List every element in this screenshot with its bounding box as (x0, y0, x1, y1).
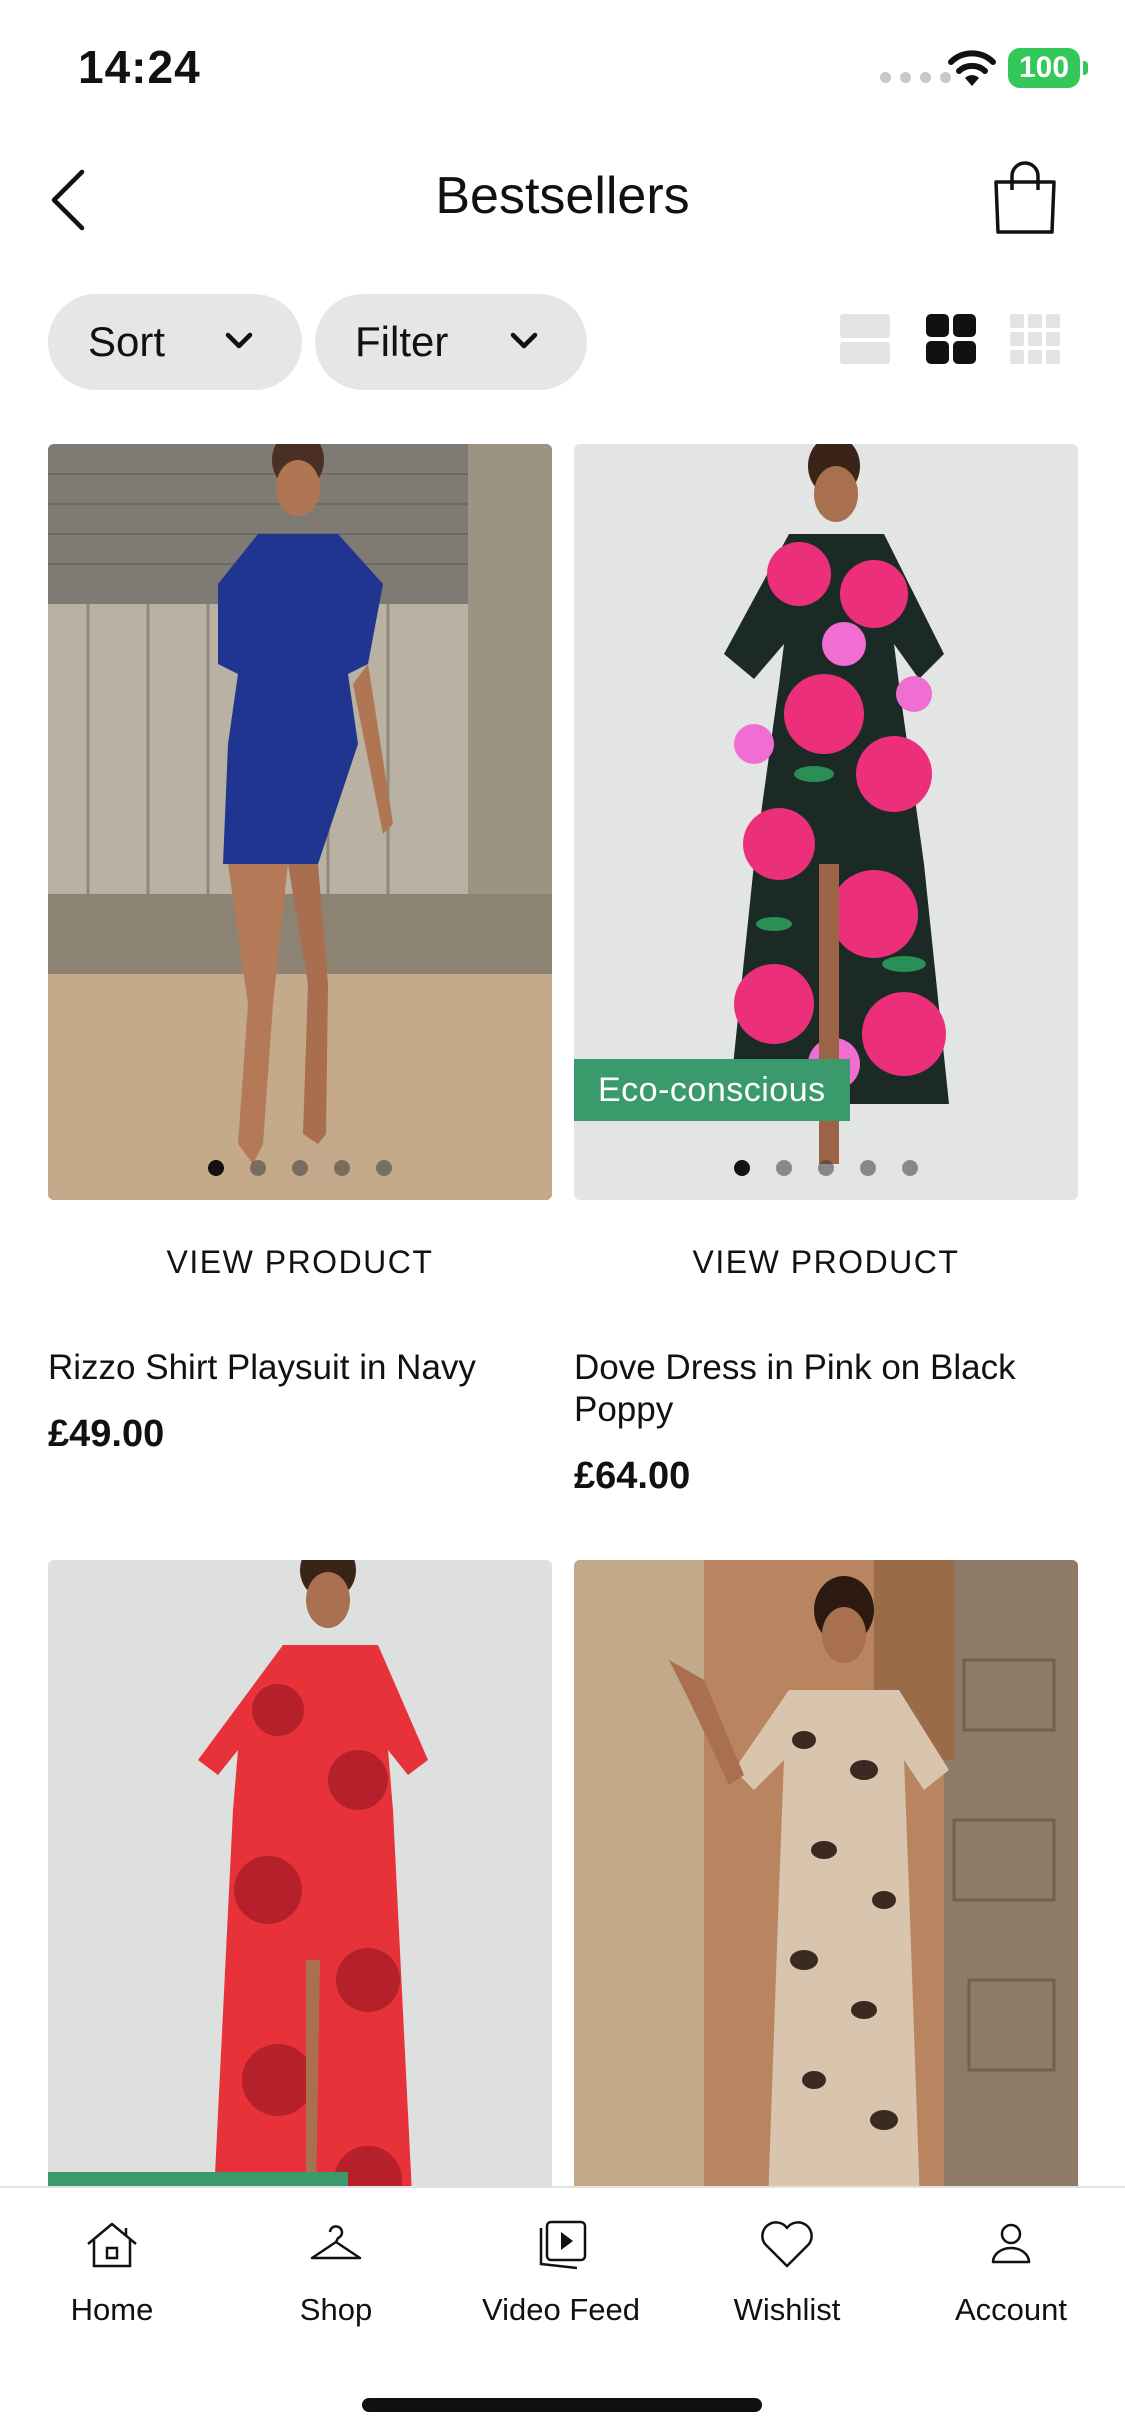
two-column-view-icon[interactable] (924, 312, 978, 366)
view-product-link[interactable]: VIEW PRODUCT (574, 1244, 1078, 1281)
nav-label: Wishlist (733, 2292, 841, 2327)
nav-item-wishlist[interactable]: Wishlist (687, 2214, 887, 2328)
product-price: £64.00 (574, 1455, 691, 1497)
shopping-bag-icon[interactable] (990, 158, 1060, 238)
eco-conscious-badge: Eco-conscious (574, 1059, 850, 1121)
sort-label: Sort (88, 318, 166, 365)
nav-item-account[interactable]: Account (911, 2214, 1111, 2328)
filter-button[interactable]: Filter (315, 294, 587, 390)
nav-label: Home (70, 2292, 154, 2327)
home-icon (87, 2222, 137, 2268)
chevron-down-icon (225, 332, 253, 349)
screen: 14:24 100 Bestsellers Sort Filter VIEW P… (0, 0, 1125, 2436)
single-column-view-icon[interactable] (838, 312, 892, 366)
status-time: 14:24 (78, 41, 201, 93)
filter-label: Filter (355, 318, 449, 365)
nav-item-video-feed[interactable]: Video Feed (461, 2214, 661, 2328)
battery-icon: 100 (1008, 48, 1088, 88)
nav-label: Account (954, 2292, 1067, 2327)
image-carousel-dots[interactable] (48, 1160, 552, 1176)
nav-label: Shop (299, 2292, 373, 2327)
image-carousel-dots[interactable] (574, 1160, 1078, 1176)
product-card[interactable]: VIEW PRODUCT Rizzo Shirt Playsuit in Nav… (48, 444, 552, 1456)
product-name[interactable]: Rizzo Shirt Playsuit in Navy (48, 1347, 552, 1389)
nav-label: Video Feed (482, 2292, 640, 2327)
wifi-icon (948, 50, 996, 86)
three-column-view-icon[interactable] (1008, 312, 1062, 366)
product-name[interactable]: Dove Dress in Pink on Black Poppy (574, 1347, 1078, 1431)
video-feed-icon (539, 2220, 587, 2270)
view-product-link[interactable]: VIEW PRODUCT (48, 1244, 552, 1281)
person-icon (991, 2223, 1031, 2264)
status-bar: 14:24 100 (0, 0, 1125, 140)
chevron-down-icon (510, 332, 538, 349)
toolbar: Sort Filter (0, 292, 1125, 392)
hanger-icon (310, 2225, 362, 2260)
header: Bestsellers (0, 150, 1125, 250)
product-card[interactable]: Eco-conscious VIEW PRODUCT Dove Dress in… (574, 444, 1078, 1498)
signal-dots-icon (880, 72, 951, 83)
heart-icon (761, 2221, 813, 2268)
page-title: Bestsellers (435, 167, 690, 225)
product-image[interactable] (48, 444, 552, 1200)
nav-item-shop[interactable]: Shop (236, 2214, 436, 2328)
sort-button[interactable]: Sort (48, 294, 302, 390)
product-price: £49.00 (48, 1413, 165, 1455)
home-indicator[interactable] (362, 2398, 762, 2412)
product-image[interactable]: Eco-conscious (574, 444, 1078, 1200)
battery-level: 100 (1018, 51, 1070, 84)
nav-item-home[interactable]: Home (12, 2214, 212, 2328)
